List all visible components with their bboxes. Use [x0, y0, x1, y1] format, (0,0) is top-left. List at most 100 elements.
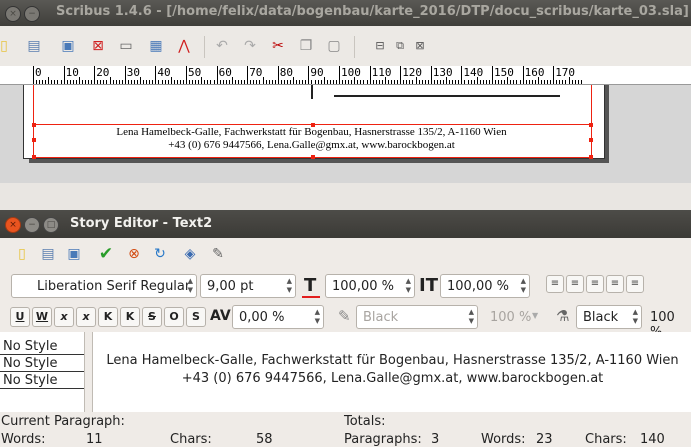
ruler-tick [158, 80, 160, 84]
preflight-icon[interactable]: ▦ [146, 36, 166, 56]
paragraph-style-list[interactable]: No Style No Style No Style [0, 332, 85, 412]
main-title-bar: × − Scribus 1.4.6 - [/home/felix/data/bo… [0, 0, 691, 26]
maximize-icon[interactable]: □ [43, 217, 59, 233]
save-file-icon[interactable]: ▣ [64, 244, 84, 264]
ruler-tick [544, 80, 546, 84]
ruler-label: 120 [402, 66, 423, 79]
ruler-tick [556, 80, 558, 84]
ruler-tick [152, 80, 154, 84]
reload-text-icon[interactable]: ↻ [150, 244, 170, 264]
outline-button[interactable]: O [164, 307, 184, 327]
ruler-tick [400, 66, 402, 84]
story-text-area[interactable]: Lena Hamelbeck-Galle, Fachwerkstatt für … [92, 332, 691, 412]
ruler-tick [488, 80, 490, 84]
minimize-icon[interactable]: − [24, 6, 40, 22]
mode-restore-icon[interactable]: ⧉ [390, 36, 410, 56]
ruler-label: 170 [555, 66, 576, 79]
ruler-tick [143, 80, 145, 84]
undo-icon[interactable]: ↶ [212, 36, 232, 56]
align-left-button[interactable]: ≡ [546, 275, 564, 293]
page-text-line: +43 (0) 676 9447566, Lena.Galle@gmx.at, … [168, 139, 455, 151]
close-document-icon[interactable]: ⊠ [88, 36, 108, 56]
minimize-icon[interactable]: − [24, 217, 40, 233]
page-line [311, 85, 313, 99]
ruler-tick [550, 80, 552, 84]
underline-words-button[interactable]: W [32, 307, 52, 327]
cut-icon[interactable]: ✂ [268, 36, 288, 56]
style-list-item[interactable]: No Style [0, 355, 84, 372]
ruler-tick [103, 80, 105, 84]
ruler-tick [186, 66, 187, 84]
scale-height-field[interactable]: 100,00 % ▲ ▼ [440, 274, 530, 298]
spinner-arrows-icon: ▲ ▼ [520, 277, 526, 294]
small-caps-button[interactable]: K [120, 307, 140, 327]
update-and-exit-icon[interactable]: ✔ [96, 244, 116, 264]
ruler-tick [118, 80, 120, 84]
canvas-status-area [0, 183, 691, 210]
story-text[interactable]: Lena Hamelbeck-Galle, Fachwerkstatt für … [93, 352, 691, 388]
ruler-tick [574, 80, 576, 84]
underline-button[interactable]: U [10, 307, 30, 327]
font-family-select[interactable]: Liberation Serif Regular ▲ ▼ [11, 274, 197, 298]
stroke-shade-value[interactable]: 100 % [490, 310, 531, 325]
align-block-button[interactable]: ≡ [606, 275, 624, 293]
open-file-icon[interactable]: ▤ [38, 244, 58, 264]
paste-icon[interactable]: ▢ [324, 36, 344, 56]
shadow-button[interactable]: S [186, 307, 206, 327]
subscript-button[interactable]: x [54, 307, 74, 327]
close-icon[interactable]: × [5, 217, 21, 233]
ruler-tick [85, 80, 87, 84]
align-center-button[interactable]: ≡ [566, 275, 584, 293]
all-caps-button[interactable]: K [98, 307, 118, 327]
new-document-icon[interactable]: ▯ [0, 36, 14, 56]
close-icon[interactable]: × [5, 6, 21, 22]
resize-handle[interactable] [589, 155, 593, 159]
mode-close-icon[interactable]: ⊠ [410, 36, 430, 56]
ruler-label: 130 [432, 66, 453, 79]
align-right-button[interactable]: ≡ [586, 275, 604, 293]
exit-without-update-icon[interactable]: ⊗ [124, 244, 144, 264]
fill-color-select[interactable]: Black ▲ ▼ [576, 305, 642, 329]
redo-icon[interactable]: ↷ [240, 36, 260, 56]
ruler-tick [262, 77, 264, 84]
fill-color-value: Black [583, 310, 619, 325]
stroke-color-select[interactable]: Black ▲ ▼ [356, 305, 478, 329]
search-replace-icon[interactable]: ✎ [208, 244, 228, 264]
ruler-tick [36, 80, 38, 84]
tracking-field[interactable]: 0,00 % ▲ ▼ [232, 305, 324, 329]
ruler-tick [133, 80, 135, 84]
horizontal-ruler[interactable]: 0 10 20 30 40 50 60 70 80 90 100 110 120 130 140 150 160… [0, 66, 691, 85]
ruler-tick [525, 80, 527, 84]
ruler-tick [51, 80, 53, 84]
ruler-tick [277, 66, 279, 84]
ruler-tick [329, 80, 331, 84]
scale-width-field[interactable]: 100,00 % ▲ ▼ [325, 274, 415, 298]
font-size-field[interactable]: 9,00 pt ▲ ▼ [200, 274, 296, 298]
ruler-tick [342, 80, 344, 84]
strikethrough-button[interactable]: S [142, 307, 162, 327]
ruler-tick [247, 66, 249, 84]
update-text-frame-icon[interactable]: ◈ [180, 244, 200, 264]
mode-minimize-icon[interactable]: ⊟ [370, 36, 390, 56]
ruler-tick [106, 80, 108, 84]
resize-handle[interactable] [32, 155, 36, 159]
ruler-tick [571, 80, 573, 84]
ruler-tick [577, 80, 579, 84]
copy-icon[interactable]: ❐ [296, 36, 316, 56]
ruler-tick [559, 80, 561, 84]
resize-handle[interactable] [311, 155, 315, 159]
open-folder-icon[interactable]: ▤ [24, 36, 44, 56]
superscript-button[interactable]: x [76, 307, 96, 327]
align-forced-button[interactable]: ≡ [626, 275, 644, 293]
page-line [334, 95, 560, 97]
save-icon[interactable]: ▣ [58, 36, 78, 56]
pdf-export-icon[interactable]: ⋀ [174, 36, 194, 56]
new-text-icon[interactable]: ▯ [12, 244, 32, 264]
total-chars-value: 140 [640, 432, 665, 447]
style-list-item[interactable]: No Style [0, 372, 84, 389]
font-family-value: Liberation Serif Regular [37, 279, 191, 294]
ruler-tick [335, 80, 337, 84]
document-canvas[interactable]: Lena Hamelbeck-Galle, Fachwerkstatt für … [0, 85, 691, 210]
style-list-item[interactable]: No Style [0, 338, 84, 355]
print-icon[interactable]: ▭ [116, 36, 136, 56]
